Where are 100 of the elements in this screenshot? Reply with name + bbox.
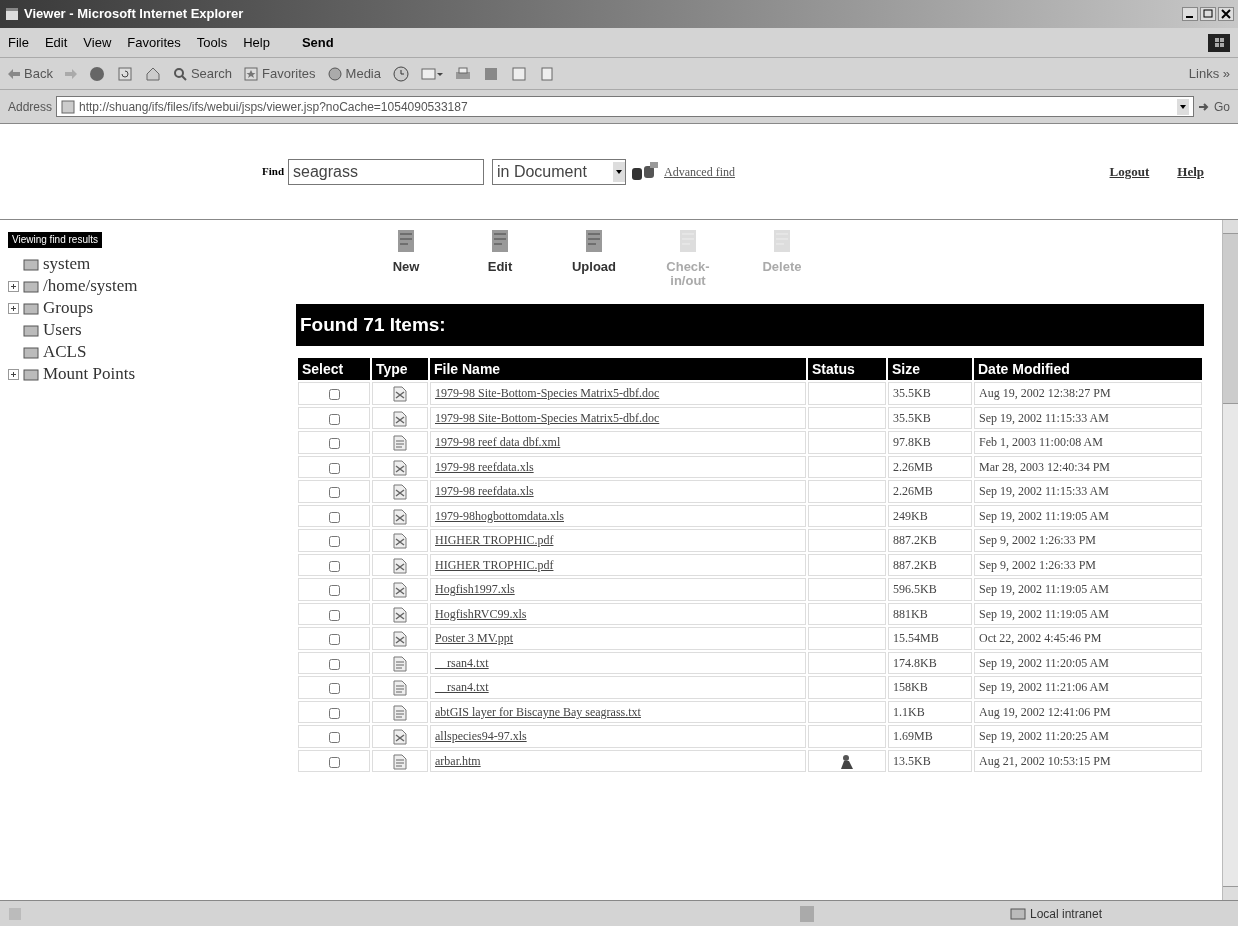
action-button[interactable]: New: [374, 228, 438, 274]
menu-item[interactable]: View: [83, 32, 112, 53]
find-field[interactable]: seagrass: [288, 158, 484, 185]
column-header[interactable]: Size: [888, 358, 972, 380]
size-cell: 97.8KB: [888, 431, 972, 454]
text-file-icon: [393, 680, 407, 697]
select-checkbox[interactable]: [328, 732, 340, 743]
help-link[interactable]: Help: [1177, 161, 1204, 182]
address-field[interactable]: http://shuang/ifs/files/ifs/webui/jsps/viewer.jsp?noCache=1054090533187: [56, 96, 1194, 117]
menu-item[interactable]: Favorites: [127, 32, 181, 53]
select-checkbox[interactable]: [328, 609, 340, 621]
file-name-link[interactable]: Poster 3 MV.ppt: [435, 631, 514, 646]
file-name-link[interactable]: arbar.htm: [435, 753, 481, 768]
select-checkbox[interactable]: [328, 707, 340, 719]
text-file-icon: [393, 435, 407, 452]
favorites-button[interactable]: Favorites: [244, 63, 316, 84]
scope-dropdown[interactable]: in Document: [492, 158, 626, 185]
column-header[interactable]: Status: [808, 358, 886, 380]
scrollbar[interactable]: [1222, 220, 1238, 900]
select-checkbox[interactable]: [328, 511, 340, 523]
back-button[interactable]: Back: [8, 63, 53, 84]
select-checkbox[interactable]: [328, 634, 340, 645]
home-icon[interactable]: [144, 65, 161, 82]
menu-item[interactable]: Tools: [196, 32, 228, 53]
size-cell: 2.26MB: [888, 455, 972, 478]
select-checkbox[interactable]: [328, 413, 340, 425]
select-checkbox[interactable]: [328, 487, 340, 498]
size-cell: 174.8KB: [888, 651, 972, 674]
select-checkbox[interactable]: [328, 462, 340, 474]
folder-icon: [23, 367, 39, 381]
column-header[interactable]: Date Modified: [974, 358, 1202, 380]
file-name-link[interactable]: 1979-98 reefdata.xls: [435, 459, 534, 474]
mail-icon[interactable]: [421, 65, 443, 82]
date-cell: Sep 9, 2002 1:26:33 PM: [974, 529, 1202, 552]
action-button[interactable]: Upload: [562, 228, 626, 274]
media-button[interactable]: Media: [327, 63, 381, 84]
select-checkbox[interactable]: [328, 389, 340, 400]
size-cell: 2.26MB: [888, 480, 972, 503]
expand-icon[interactable]: [8, 368, 19, 380]
links-button[interactable]: Links »: [1188, 63, 1230, 84]
minimize-icon[interactable]: [1182, 7, 1198, 21]
select-checkbox[interactable]: [328, 658, 340, 670]
file-name-link[interactable]: __rsan4.txt: [435, 655, 489, 670]
size-cell: 35.5KB: [888, 382, 972, 405]
expand-icon[interactable]: [8, 302, 19, 314]
menu-item[interactable]: Edit: [44, 32, 68, 53]
close-icon[interactable]: [1218, 7, 1234, 21]
advanced-find-link[interactable]: Advanced find: [664, 162, 735, 181]
tree-item[interactable]: /home/system: [8, 276, 288, 296]
date-cell: Sep 19, 2002 11:20:25 AM: [974, 725, 1202, 748]
file-name-link[interactable]: __rsan4.txt: [435, 680, 489, 695]
document-icon: [393, 508, 407, 525]
expand-icon[interactable]: [8, 280, 19, 292]
action-button[interactable]: Edit: [468, 228, 532, 274]
history-icon[interactable]: [393, 65, 409, 82]
menu-item[interactable]: Help: [243, 32, 270, 53]
size-cell: 35.5KB: [888, 406, 972, 429]
size-cell: 887.2KB: [888, 553, 972, 576]
menu-item[interactable]: File: [8, 32, 29, 53]
maximize-icon[interactable]: [1200, 7, 1216, 21]
size-cell: 1.69MB: [888, 725, 972, 748]
date-cell: Sep 19, 2002 11:20:05 AM: [974, 651, 1202, 674]
back-arrow-icon: [8, 68, 20, 79]
select-checkbox[interactable]: [328, 585, 340, 596]
print-icon[interactable]: [455, 65, 471, 82]
column-header[interactable]: Type: [372, 358, 428, 380]
file-name-link[interactable]: allspecies94-97.xls: [435, 729, 527, 744]
file-name-link[interactable]: 1979-98 reefdata.xls: [435, 484, 534, 499]
search-button[interactable]: Search: [172, 63, 233, 84]
date-cell: Oct 22, 2002 4:45:46 PM: [974, 627, 1202, 650]
document-icon: [393, 386, 407, 403]
document-icon: [393, 459, 407, 476]
go-button[interactable]: Go: [1198, 97, 1230, 116]
select-checkbox[interactable]: [328, 438, 340, 449]
select-checkbox[interactable]: [328, 756, 340, 768]
file-name-link[interactable]: Hogfish1997.xls: [435, 582, 515, 597]
browser-icon: [4, 6, 20, 22]
stop-icon[interactable]: [88, 65, 105, 82]
tree-item[interactable]: Groups: [8, 298, 288, 318]
select-checkbox[interactable]: [328, 536, 340, 547]
logout-link[interactable]: Logout: [1109, 161, 1150, 182]
tree-item[interactable]: system: [8, 254, 288, 274]
zone-indicator: Local intranet: [1010, 904, 1230, 923]
date-cell: Feb 1, 2003 11:00:08 AM: [974, 431, 1202, 454]
tree-item[interactable]: Users: [8, 320, 288, 340]
date-cell: Aug 19, 2002 12:38:27 PM: [974, 382, 1202, 405]
refresh-icon[interactable]: [116, 65, 133, 82]
date-cell: Sep 19, 2002 11:15:33 AM: [974, 480, 1202, 503]
results-title: Found 71 Items:: [296, 304, 1204, 346]
tree-item[interactable]: Mount Points: [8, 364, 288, 384]
tree-item[interactable]: ACLS: [8, 342, 288, 362]
select-checkbox[interactable]: [328, 683, 340, 694]
document-icon: [393, 533, 407, 550]
column-header[interactable]: File Name: [430, 358, 806, 380]
menu-item[interactable]: Send: [301, 32, 334, 53]
folder-icon: [23, 257, 39, 271]
select-checkbox[interactable]: [328, 560, 340, 572]
date-cell: Mar 28, 2003 12:40:34 PM: [974, 455, 1202, 478]
file-name-link[interactable]: HogfishRVC99.xls: [435, 606, 527, 621]
column-header[interactable]: Select: [298, 358, 370, 380]
